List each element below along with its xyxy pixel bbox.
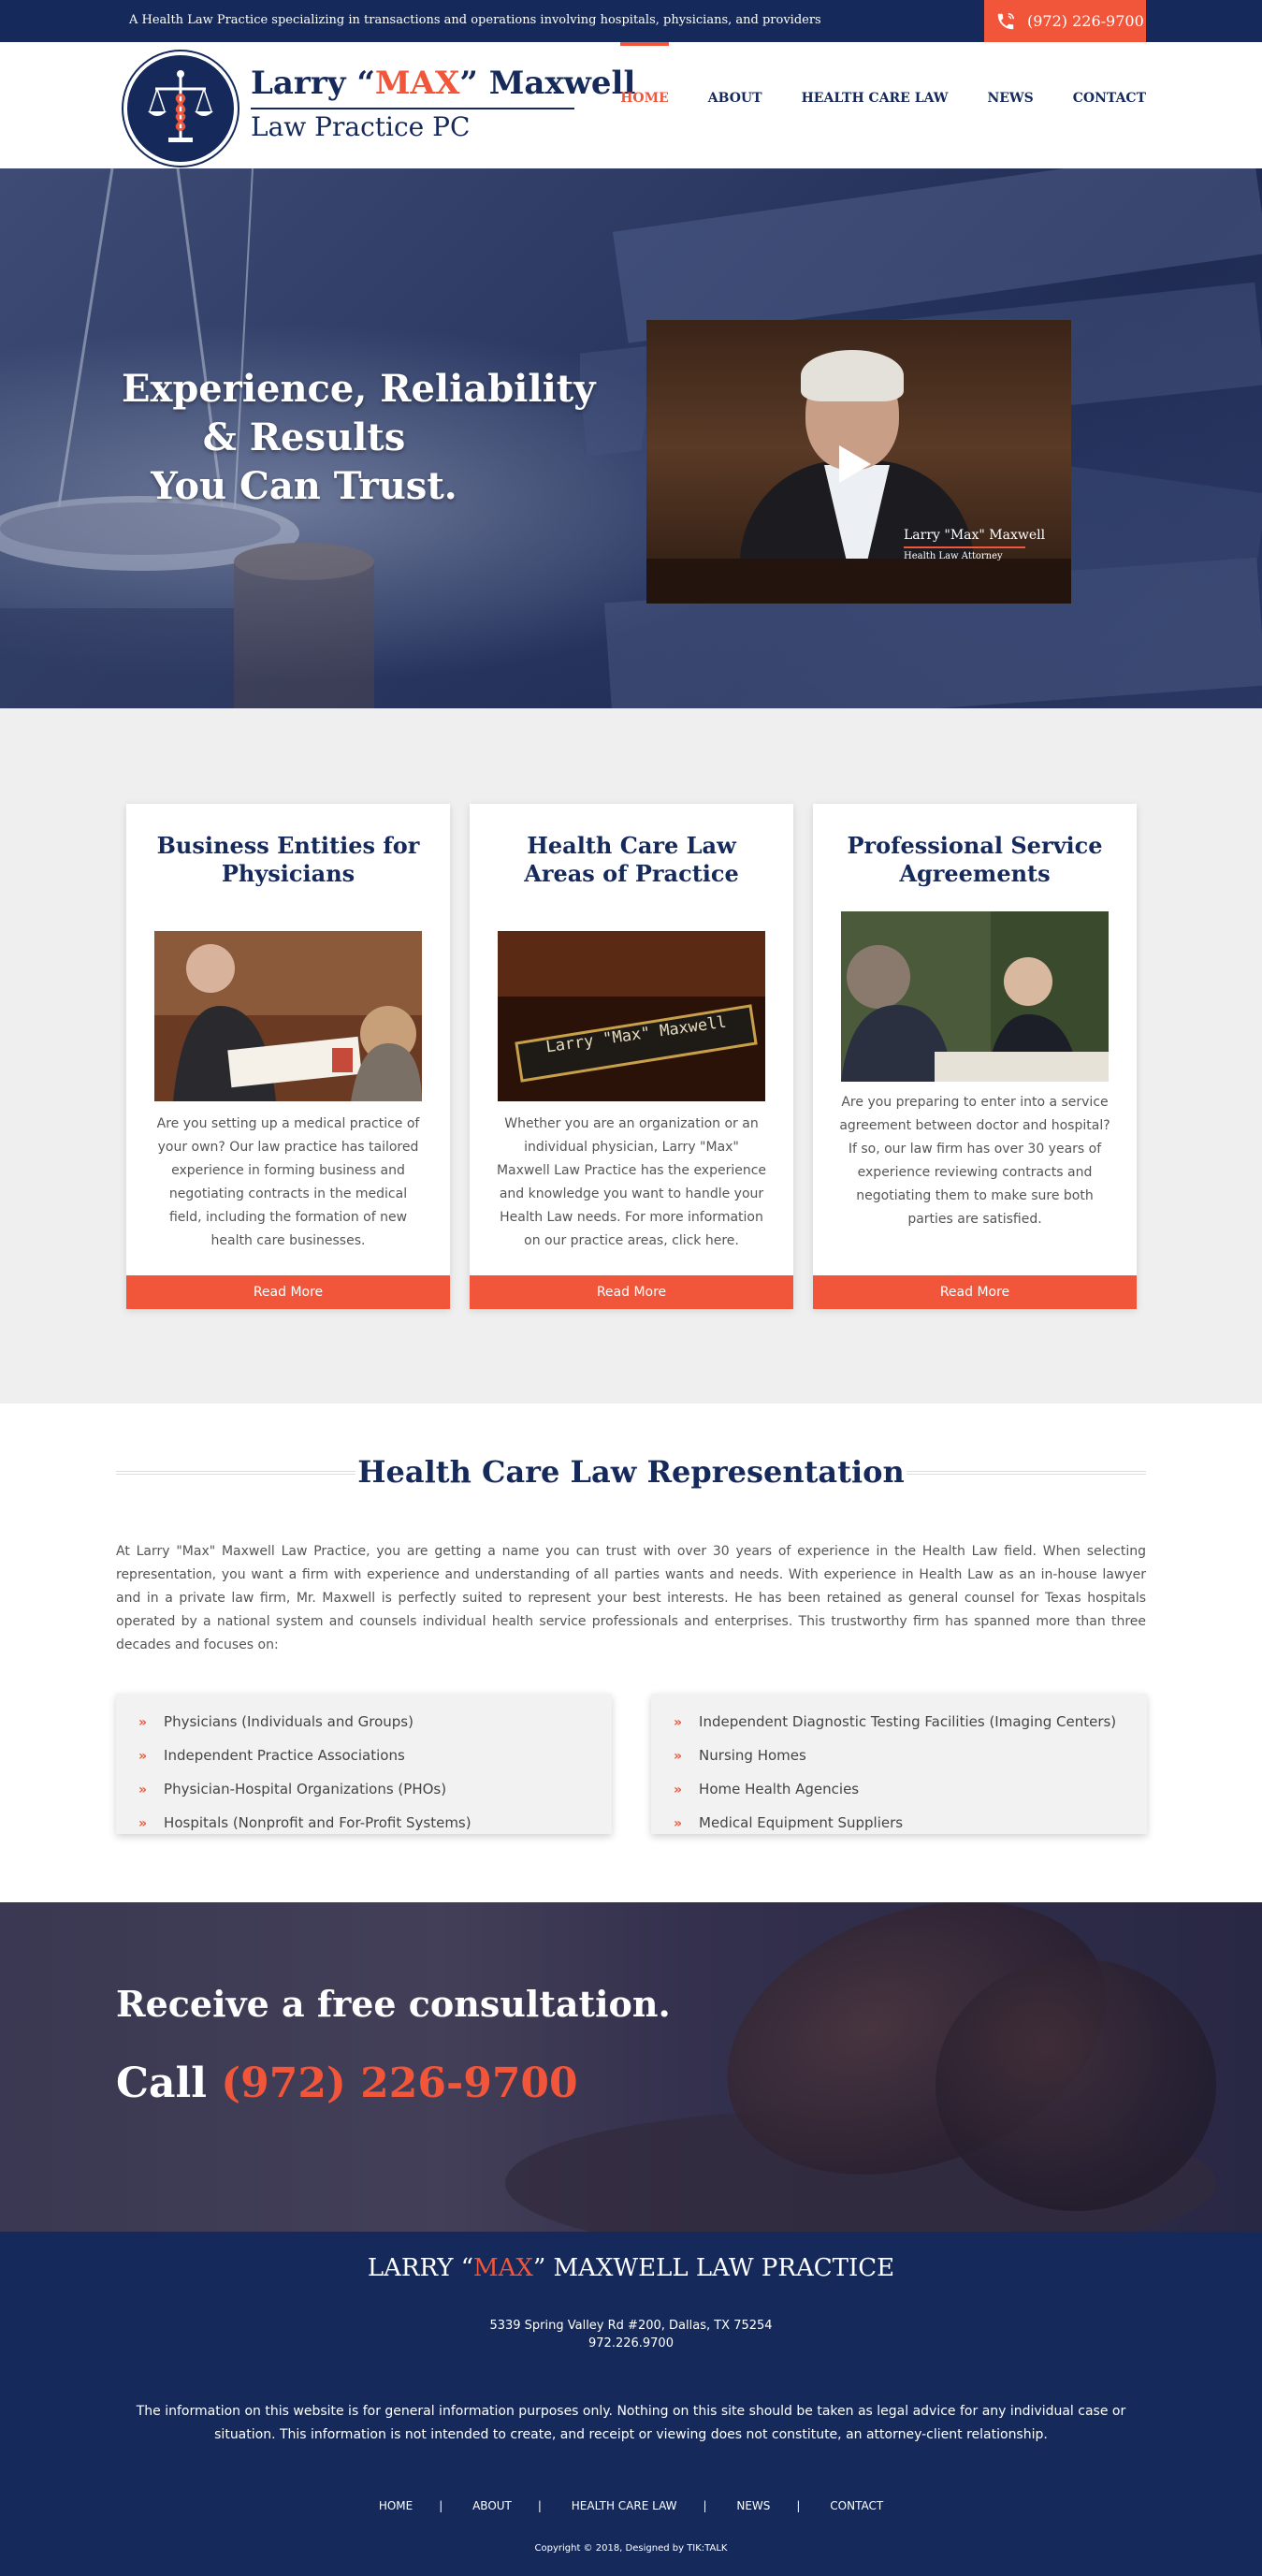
- video-caption-title: Health Law Attorney: [904, 551, 1003, 561]
- footer-name-post: ” MAXWELL LAW PRACTICE: [532, 2254, 895, 2282]
- card-text: Are you setting up a medical practice of…: [156, 1116, 420, 1248]
- nav-contact[interactable]: CONTACT: [1073, 42, 1146, 168]
- footer-nav-home[interactable]: HOME: [379, 2499, 413, 2512]
- nav-about[interactable]: ABOUT: [708, 42, 762, 168]
- card-text: Whether you are an organization or an in…: [496, 1116, 767, 1248]
- hero-banner: Experience, Reliability & Results You Ca…: [0, 168, 1262, 708]
- footer-contact: 5339 Spring Valley Rd #200, Dallas, TX 7…: [0, 2317, 1262, 2352]
- video-caption-name: Larry "Max" Maxwell: [904, 528, 1046, 543]
- card-photo-meeting: [841, 911, 1109, 1082]
- meeting-photo-image: [841, 911, 1109, 1082]
- representation-text: At Larry "Max" Maxwell Law Practice, you…: [116, 1544, 1146, 1652]
- chevron-right-icon: »: [674, 1715, 683, 1730]
- service-card-business-entities: Business Entities for Physicians Are you…: [126, 804, 450, 1309]
- list-item-label: Nursing Homes: [699, 1747, 806, 1764]
- card-title: Professional Service Agreements: [847, 832, 1103, 887]
- footer-nav-health-care-law[interactable]: HEALTH CARE LAW: [572, 2499, 677, 2512]
- main-nav: HOME ABOUT HEALTH CARE LAW NEWS CONTACT: [581, 42, 1146, 168]
- service-card-professional-service: Professional Service Agreements Are you …: [813, 804, 1137, 1309]
- consultation-banner: Receive a free consultation. Call (972) …: [0, 1902, 1262, 2232]
- logo-seal[interactable]: [123, 51, 238, 166]
- focus-list-left: » Physicians (Individuals and Groups) » In…: [116, 1694, 612, 1834]
- footer-name-max: MAX: [473, 2254, 533, 2282]
- phone-number: (972) 226-9700: [1027, 12, 1144, 30]
- consultation-photo-image: [154, 931, 422, 1101]
- logo-name[interactable]: Larry “MAX” Maxwell: [251, 65, 635, 102]
- list-item: » Physician-Hospital Organizations (PHOs): [138, 1772, 612, 1806]
- tagline: A Health Law Practice specializing in tr…: [129, 13, 821, 27]
- read-more-button[interactable]: Read More: [126, 1275, 450, 1309]
- logo-divider: [251, 108, 574, 109]
- list-item: » Independent Diagnostic Testing Faciliti…: [674, 1705, 1147, 1739]
- video-person-hair: [801, 350, 904, 401]
- read-more-button[interactable]: Read More: [470, 1275, 793, 1309]
- chevron-right-icon: »: [674, 1749, 683, 1764]
- list-item-label: Home Health Agencies: [699, 1781, 860, 1797]
- footer-name-pre: LARRY “: [367, 2254, 474, 2282]
- chevron-right-icon: »: [138, 1816, 148, 1831]
- intro-video[interactable]: Larry "Max" Maxwell Health Law Attorney: [646, 320, 1071, 604]
- hero-headline-line-1: Experience, Reliability: [122, 367, 596, 411]
- footer-nav-contact[interactable]: CONTACT: [830, 2499, 883, 2512]
- representation-section: Health Care Law Representation At Larry …: [0, 1404, 1262, 1902]
- list-item-label: Physician-Hospital Organizations (PHOs): [164, 1781, 447, 1797]
- call-number[interactable]: (972) 226-9700: [221, 2059, 577, 2107]
- card-title: Business Entities for Physicians: [156, 832, 420, 887]
- call-label: Call: [116, 2059, 207, 2107]
- list-item: » Physicians (Individuals and Groups): [138, 1705, 612, 1739]
- list-item-label: Medical Equipment Suppliers: [699, 1814, 904, 1831]
- list-item-label: Physicians (Individuals and Groups): [164, 1713, 413, 1730]
- list-item: » Home Health Agencies: [674, 1772, 1147, 1806]
- chevron-right-icon: »: [674, 1783, 683, 1797]
- hero-headline-line-2: & Results: [202, 415, 406, 459]
- card-text: Are you preparing to enter into a servic…: [839, 1095, 1110, 1227]
- video-desk: [646, 559, 1071, 604]
- nav-news[interactable]: NEWS: [987, 42, 1033, 168]
- services-section: Business Entities for Physicians Are you…: [0, 708, 1262, 1404]
- copyright: Copyright © 2018, Designed by TIK:TALK: [534, 2543, 728, 2554]
- logo-name-pre: Larry “: [251, 65, 375, 102]
- phone-button[interactable]: (972) 226-9700: [984, 0, 1146, 42]
- list-item: » Independent Practice Associations: [138, 1739, 612, 1772]
- scales-caduceus-logo: [148, 70, 213, 142]
- list-item: » Nursing Homes: [674, 1739, 1147, 1772]
- footer: LARRY “MAX” MAXWELL LAW PRACTICE 5339 Sp…: [0, 2232, 1262, 2576]
- phone-icon: [997, 12, 1014, 29]
- consultation-heading: Receive a free consultation.: [116, 1983, 671, 2025]
- top-bar: A Health Law Practice specializing in tr…: [0, 0, 1262, 42]
- focus-list-right: » Independent Diagnostic Testing Faciliti…: [651, 1694, 1147, 1834]
- card-photo-consultation: [154, 931, 422, 1101]
- chevron-right-icon: »: [138, 1749, 148, 1764]
- play-icon[interactable]: [839, 445, 871, 483]
- footer-firm-name: LARRY “MAX” MAXWELL LAW PRACTICE: [0, 2254, 1262, 2282]
- list-item-label: Independent Diagnostic Testing Facilitie…: [699, 1713, 1117, 1730]
- footer-address: 5339 Spring Valley Rd #200, Dallas, TX 7…: [489, 2319, 773, 2333]
- footer-phone[interactable]: 972.226.9700: [0, 2335, 1262, 2352]
- service-card-areas-of-practice: Health Care Law Areas of Practice Larry …: [470, 804, 793, 1309]
- chevron-right-icon: »: [138, 1783, 148, 1797]
- footer-nav-about[interactable]: ABOUT: [472, 2499, 512, 2512]
- footer-disclaimer: The information on this website is for g…: [136, 2404, 1126, 2442]
- nav-health-care-law[interactable]: HEALTH CARE LAW: [802, 42, 949, 168]
- list-item: » Hospitals (Nonprofit and For-Profit Sys…: [138, 1806, 612, 1840]
- header: Larry “MAX” Maxwell Law Practice PC HOME…: [0, 42, 1262, 168]
- call-cta[interactable]: Call (972) 226-9700: [116, 2059, 578, 2107]
- logo-name-max: MAX: [374, 65, 460, 102]
- title-divider-right: [907, 1471, 1146, 1475]
- nav-home[interactable]: HOME: [620, 42, 669, 168]
- hero-headline: Experience, Reliability & Results You Ca…: [122, 365, 595, 511]
- chevron-right-icon: »: [138, 1715, 148, 1730]
- video-caption-divider: [904, 546, 1025, 548]
- logo-subtitle: Law Practice PC: [251, 111, 471, 142]
- footer-nav-news[interactable]: NEWS: [736, 2499, 770, 2512]
- list-item: » Medical Equipment Suppliers: [674, 1806, 1147, 1840]
- read-more-button[interactable]: Read More: [813, 1275, 1137, 1309]
- card-title: Health Care Law Areas of Practice: [524, 832, 739, 887]
- chevron-right-icon: »: [674, 1816, 683, 1831]
- hero-headline-line-3: You Can Trust.: [151, 464, 457, 508]
- list-item-label: Independent Practice Associations: [164, 1747, 405, 1764]
- list-item-label: Hospitals (Nonprofit and For-Profit Syst…: [164, 1814, 471, 1831]
- footer-nav: HOME | ABOUT | HEALTH CARE LAW | NEWS | CONT…: [378, 2499, 884, 2512]
- card-photo-nameplate: Larry "Max" Maxwell: [498, 931, 765, 1101]
